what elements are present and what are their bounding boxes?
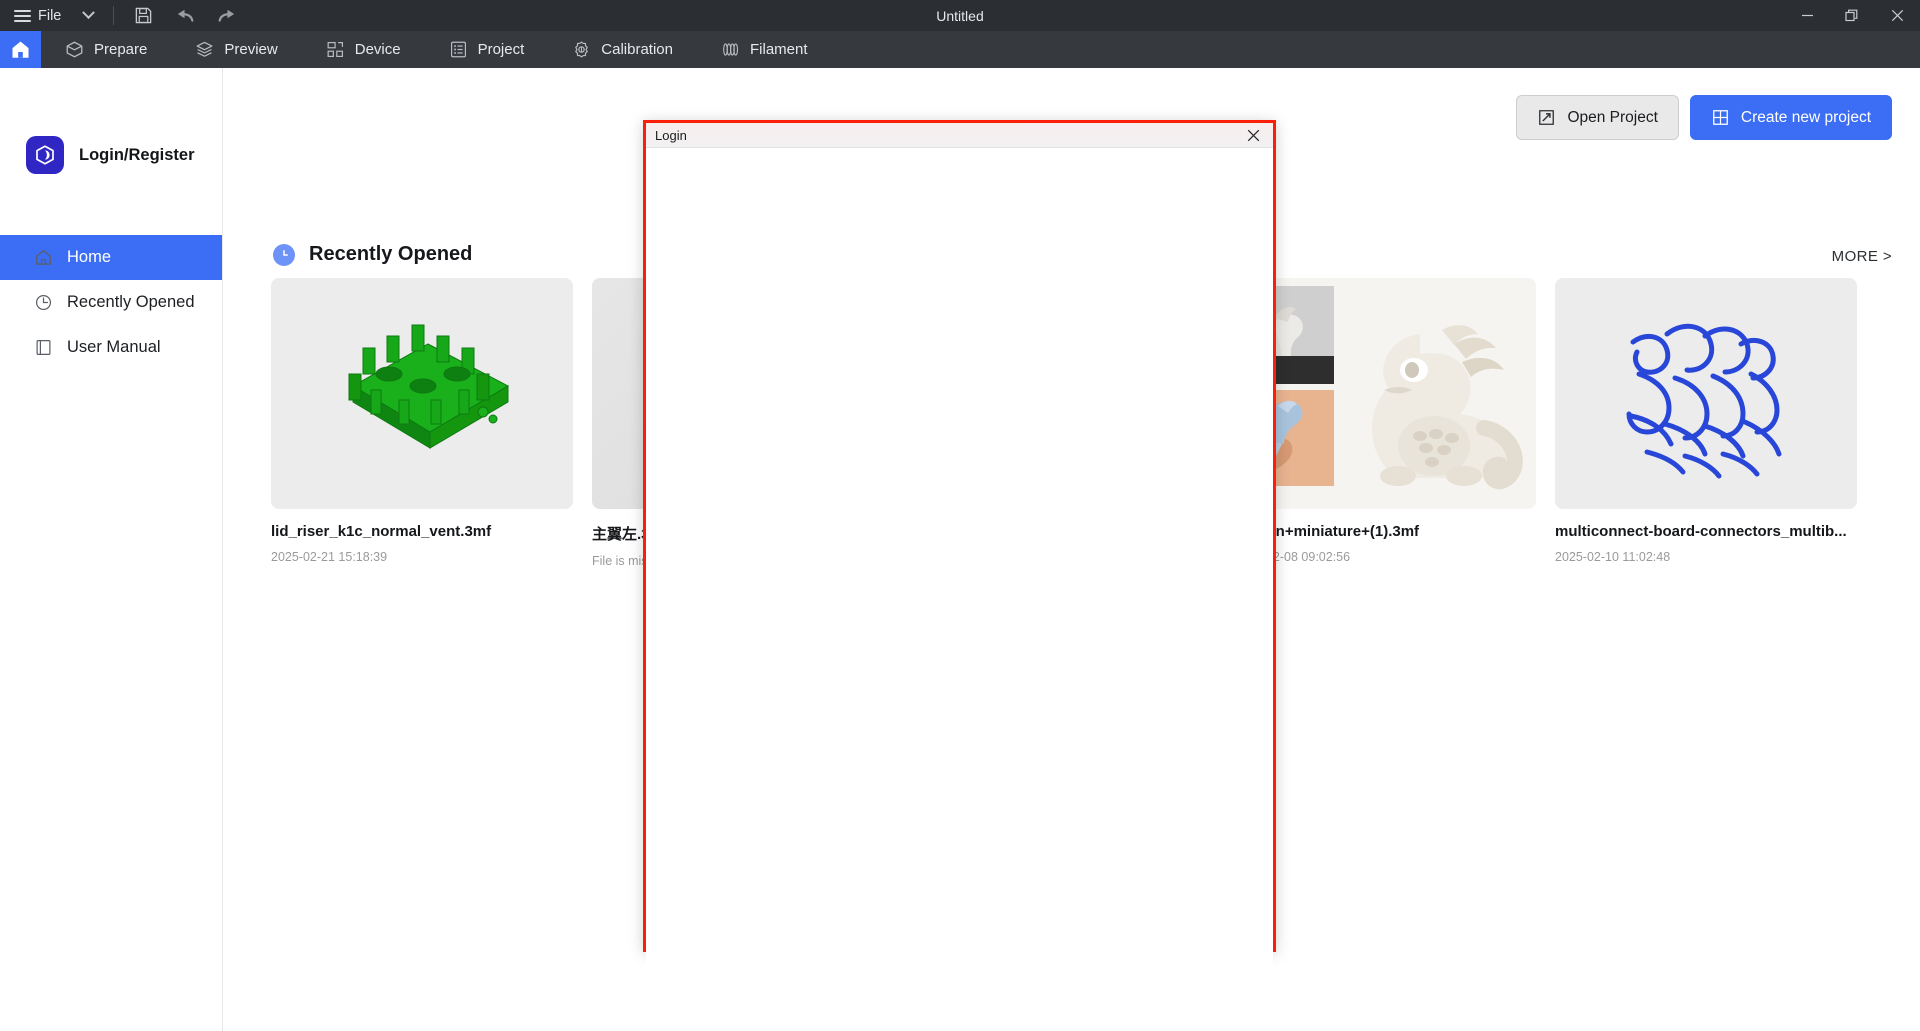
toolbar-divider	[113, 6, 114, 25]
list-item[interactable]: lid_riser_k1c_normal_vent.3mf 2025-02-21…	[271, 278, 573, 568]
window-title: Untitled	[0, 8, 1920, 24]
file-menu-button[interactable]: File	[0, 0, 71, 31]
list-item-subtitle: 2025-02-21 15:18:39	[271, 550, 573, 564]
close-button[interactable]	[1875, 0, 1920, 31]
main-tabbar: Prepare Preview Device Project	[0, 31, 1920, 68]
open-folder-icon	[1537, 108, 1556, 127]
hamburger-icon	[14, 10, 31, 22]
list-icon	[449, 40, 468, 59]
undo-button[interactable]	[164, 0, 206, 31]
gear-icon	[572, 40, 591, 59]
sidebar-item-recently-opened-label: Recently Opened	[67, 293, 195, 312]
device-icon	[326, 40, 345, 59]
sidebar-item-user-manual[interactable]: User Manual	[0, 325, 222, 370]
tab-calibration[interactable]: Calibration	[548, 31, 697, 68]
minimize-button[interactable]	[1785, 0, 1830, 31]
more-link[interactable]: MORE >	[1832, 248, 1892, 265]
sidebar-item-recently-opened[interactable]: Recently Opened	[0, 280, 222, 325]
cube-icon	[65, 40, 84, 59]
list-item-subtitle: 2025-02-10 11:02:48	[1555, 550, 1857, 564]
close-icon	[1247, 129, 1260, 142]
cube-logo-icon	[33, 143, 57, 167]
close-icon	[1891, 9, 1904, 22]
window-controls	[1785, 0, 1920, 31]
login-dialog: Login	[643, 120, 1276, 952]
dragon-photo	[1234, 278, 1536, 509]
list-item-title: lid_riser_k1c_normal_vent.3mf	[271, 523, 573, 540]
home-icon	[10, 39, 31, 60]
sidebar-nav: Home Recently Opened User Manual	[0, 235, 222, 370]
sidebar-item-home[interactable]: Home	[0, 235, 222, 280]
model-thumbnail	[1555, 278, 1857, 509]
tab-project[interactable]: Project	[425, 31, 549, 68]
blue-connector-model	[1555, 278, 1857, 509]
tab-prepare-label: Prepare	[94, 41, 147, 58]
restore-button[interactable]	[1830, 0, 1875, 31]
sidebar-item-home-label: Home	[67, 248, 111, 267]
restore-icon	[1845, 9, 1860, 23]
tab-prepare[interactable]: Prepare	[41, 31, 171, 68]
model-thumbnail	[271, 278, 573, 509]
redo-arrow-icon	[216, 6, 238, 26]
list-item-title: dragon+miniature+(1).3mf	[1234, 523, 1536, 540]
tab-home[interactable]	[0, 31, 41, 68]
open-project-label: Open Project	[1567, 109, 1657, 127]
tab-project-label: Project	[478, 41, 525, 58]
create-new-project-button[interactable]: Create new project	[1690, 95, 1892, 140]
avatar	[26, 136, 64, 174]
tab-filament[interactable]: Filament	[697, 31, 832, 68]
minimize-icon	[1801, 9, 1814, 22]
list-item-subtitle: 2025-02-08 09:02:56	[1234, 550, 1536, 564]
tab-device-label: Device	[355, 41, 401, 58]
home-icon	[33, 248, 54, 267]
clock-icon	[33, 293, 54, 312]
redo-button[interactable]	[206, 0, 248, 31]
recently-opened-header: Recently Opened	[273, 243, 472, 266]
book-icon	[33, 338, 54, 357]
save-icon	[134, 6, 153, 25]
tab-calibration-label: Calibration	[601, 41, 673, 58]
add-square-icon	[1711, 108, 1730, 127]
tab-preview-label: Preview	[224, 41, 277, 58]
login-dialog-body	[646, 148, 1273, 974]
list-item[interactable]: multiconnect-board-connectors_multib... …	[1555, 278, 1857, 568]
sidebar-item-user-manual-label: User Manual	[67, 338, 161, 357]
layers-icon	[195, 40, 214, 59]
close-button[interactable]	[1233, 123, 1273, 148]
login-dialog-title: Login	[646, 128, 687, 143]
create-new-project-label: Create new project	[1741, 109, 1871, 127]
login-dialog-titlebar: Login	[646, 123, 1273, 148]
model-thumbnail	[1234, 278, 1536, 509]
list-item-title: multiconnect-board-connectors_multib...	[1555, 523, 1857, 540]
undo-arrow-icon	[174, 6, 196, 26]
open-project-button[interactable]: Open Project	[1516, 95, 1678, 140]
account-login-button[interactable]: Login/Register	[26, 136, 222, 174]
file-menu-dropdown-button[interactable]	[71, 0, 105, 31]
left-sidebar: Login/Register Home Recently Opened	[0, 68, 223, 1031]
account-label: Login/Register	[79, 146, 195, 165]
tab-filament-label: Filament	[750, 41, 808, 58]
page-title: Recently Opened	[309, 243, 472, 266]
filament-icon	[721, 40, 740, 59]
project-actions: Open Project Create new project	[1516, 95, 1892, 140]
list-item[interactable]: dragon+miniature+(1).3mf 2025-02-08 09:0…	[1234, 278, 1536, 568]
window-titlebar: File Untitled	[0, 0, 1920, 31]
chevron-down-icon	[82, 6, 95, 19]
tab-preview[interactable]: Preview	[171, 31, 301, 68]
save-button[interactable]	[122, 0, 164, 31]
clock-icon	[273, 244, 295, 266]
file-menu-label: File	[38, 8, 61, 24]
green-lattice-model	[271, 278, 573, 509]
tab-device[interactable]: Device	[302, 31, 425, 68]
titlebar-left-group: File	[0, 0, 248, 31]
